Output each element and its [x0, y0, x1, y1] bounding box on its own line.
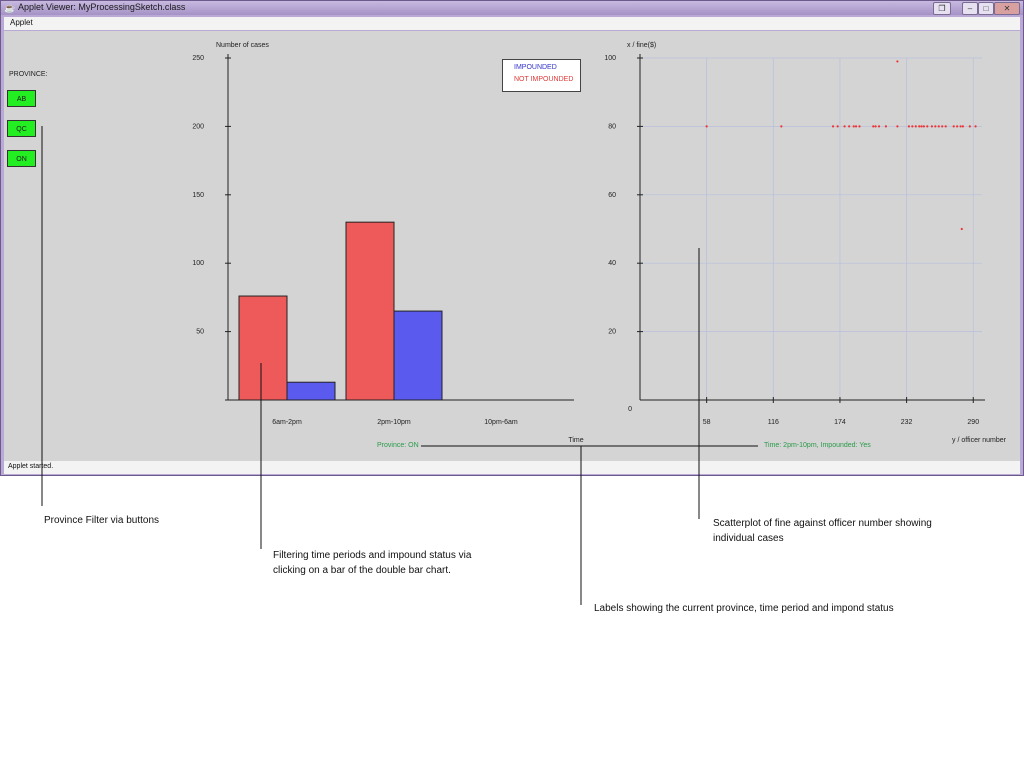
scatter-point [920, 125, 923, 128]
bar[interactable] [238, 295, 288, 401]
close-button[interactable]: ✕ [994, 2, 1020, 15]
scatter-point [914, 125, 917, 128]
scatter-point [848, 125, 851, 128]
title-bar: ☕ Applet Viewer: MyProcessingSketch.clas… [1, 1, 1023, 15]
scatter-point [858, 125, 861, 128]
bar[interactable] [286, 381, 336, 401]
scatter-point [937, 125, 940, 128]
bar[interactable] [345, 221, 395, 401]
scatter-point [974, 125, 977, 128]
bar-y-tick-label: 100 [192, 260, 204, 267]
bar-y-tick-label: 250 [192, 55, 204, 62]
scatter-x-tick-label: 174 [834, 419, 846, 426]
scatter-point [952, 125, 955, 128]
annotation-labels: Labels showing the current province, tim… [594, 603, 894, 614]
bar-y-tick-label: 50 [196, 329, 204, 336]
scatter-y-tick-label: 40 [608, 260, 616, 267]
scatter-x-tick-label: 232 [901, 419, 913, 426]
scatter-point [907, 125, 911, 128]
minimize-button[interactable]: – [962, 2, 978, 15]
scatter-point [911, 125, 914, 128]
menu-bar: Applet [4, 17, 1020, 30]
scatter-y-tick-label: 100 [604, 55, 616, 62]
scatter-point [930, 125, 933, 128]
bar-x-label: Time [568, 437, 583, 444]
bar-chart: Number of casesTime501001502002506am-2pm… [192, 42, 1007, 444]
status-text: Applet started. [8, 463, 54, 470]
scatter-point [896, 125, 899, 128]
scatter-point [918, 125, 921, 128]
scatter-point [944, 125, 947, 128]
maximize-button[interactable]: □ [978, 2, 994, 15]
scatter-point [872, 125, 875, 128]
scatter-point [961, 125, 965, 128]
scatter-point [780, 125, 783, 128]
scatter-x-tick-label: 290 [967, 419, 979, 426]
scatter-point [959, 125, 962, 128]
bar-category-label: 2pm-10pm [377, 419, 411, 426]
scatter-point [896, 60, 899, 63]
scatter-point [831, 125, 835, 128]
scatter-point [705, 125, 708, 128]
province-status: Province: ON [377, 442, 419, 449]
annotation-province-filter: Province Filter via buttons [44, 515, 160, 526]
scatter-point [926, 125, 929, 128]
scatter-x-label: y / officer number [952, 437, 1007, 444]
time-status: Time: 2pm-10pm, Impounded: Yes [764, 442, 871, 449]
annotation-scatter-2: individual cases [713, 533, 784, 544]
scatter-y-tick-label: 60 [608, 192, 616, 199]
java-icon: ☕ [4, 3, 16, 13]
scatter-x-tick-label: 116 [768, 419, 779, 426]
scatter-point [934, 125, 937, 128]
scatter-point [874, 125, 877, 128]
scatter-x-tick-label: 58 [703, 419, 711, 426]
restore-icon[interactable]: ❐ [933, 2, 951, 15]
scatter-y-tick-label: 80 [608, 123, 616, 130]
scatter-y-label: x / fine($) [627, 42, 656, 49]
bar-category-label: 6am-2pm [272, 419, 302, 426]
scatter-point [836, 125, 839, 128]
window-title: Applet Viewer: MyProcessingSketch.class [18, 2, 186, 12]
scatter-y-tick-label: 20 [608, 329, 616, 336]
bar[interactable] [393, 310, 443, 401]
scatter-point [956, 125, 959, 128]
sketch-canvas: PROVINCE: AB QC ON Number of cases Time 50… [4, 31, 1020, 461]
annotation-scatter-1: Scatterplot of fine against officer numb… [713, 518, 932, 529]
scatter-point [968, 125, 971, 128]
scatter-point [854, 125, 858, 128]
scatter-point [843, 125, 846, 128]
legend-impounded: IMPOUNDED [514, 64, 557, 71]
status-bar: Applet started. [4, 461, 1020, 474]
scatter-point [941, 125, 944, 128]
scatter-point [852, 125, 855, 128]
annotation-bar-filter-2: clicking on a bar of the double bar char… [273, 565, 451, 576]
bar-category-label: 10pm-6am [484, 419, 518, 426]
annotation-bar-filter-1: Filtering time periods and impound statu… [273, 550, 472, 561]
scatter-origin-label: 0 [628, 406, 632, 413]
bar-y-tick-label: 150 [192, 192, 204, 199]
scatter-point [922, 125, 925, 128]
scatter-point [960, 227, 963, 231]
bar-y-tick-label: 200 [192, 123, 204, 130]
applet-window: ☕ Applet Viewer: MyProcessingSketch.clas… [0, 0, 1024, 476]
chart-legend: IMPOUNDED NOT IMPOUNDED [502, 59, 581, 92]
scatter-point [884, 125, 888, 128]
scatter-point [877, 125, 881, 128]
bar-y-label: Number of cases [216, 42, 269, 49]
legend-not-impounded: NOT IMPOUNDED [514, 76, 574, 83]
menu-applet[interactable]: Applet [10, 18, 33, 27]
